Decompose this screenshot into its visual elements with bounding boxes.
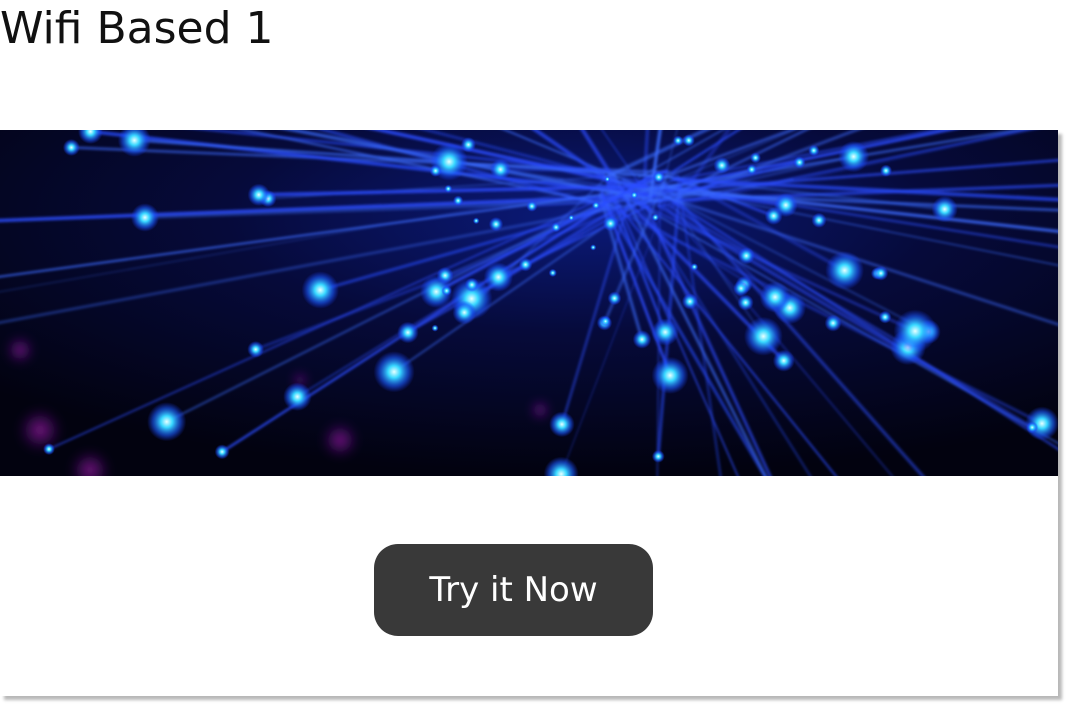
hero-image-fiber-optics	[0, 130, 1058, 476]
try-it-now-button[interactable]: Try it Now	[374, 544, 653, 636]
fiber-optic-illustration	[0, 130, 1058, 476]
product-card: Try it Now	[0, 130, 1058, 696]
page-title: Wifi Based 1	[0, 3, 274, 54]
